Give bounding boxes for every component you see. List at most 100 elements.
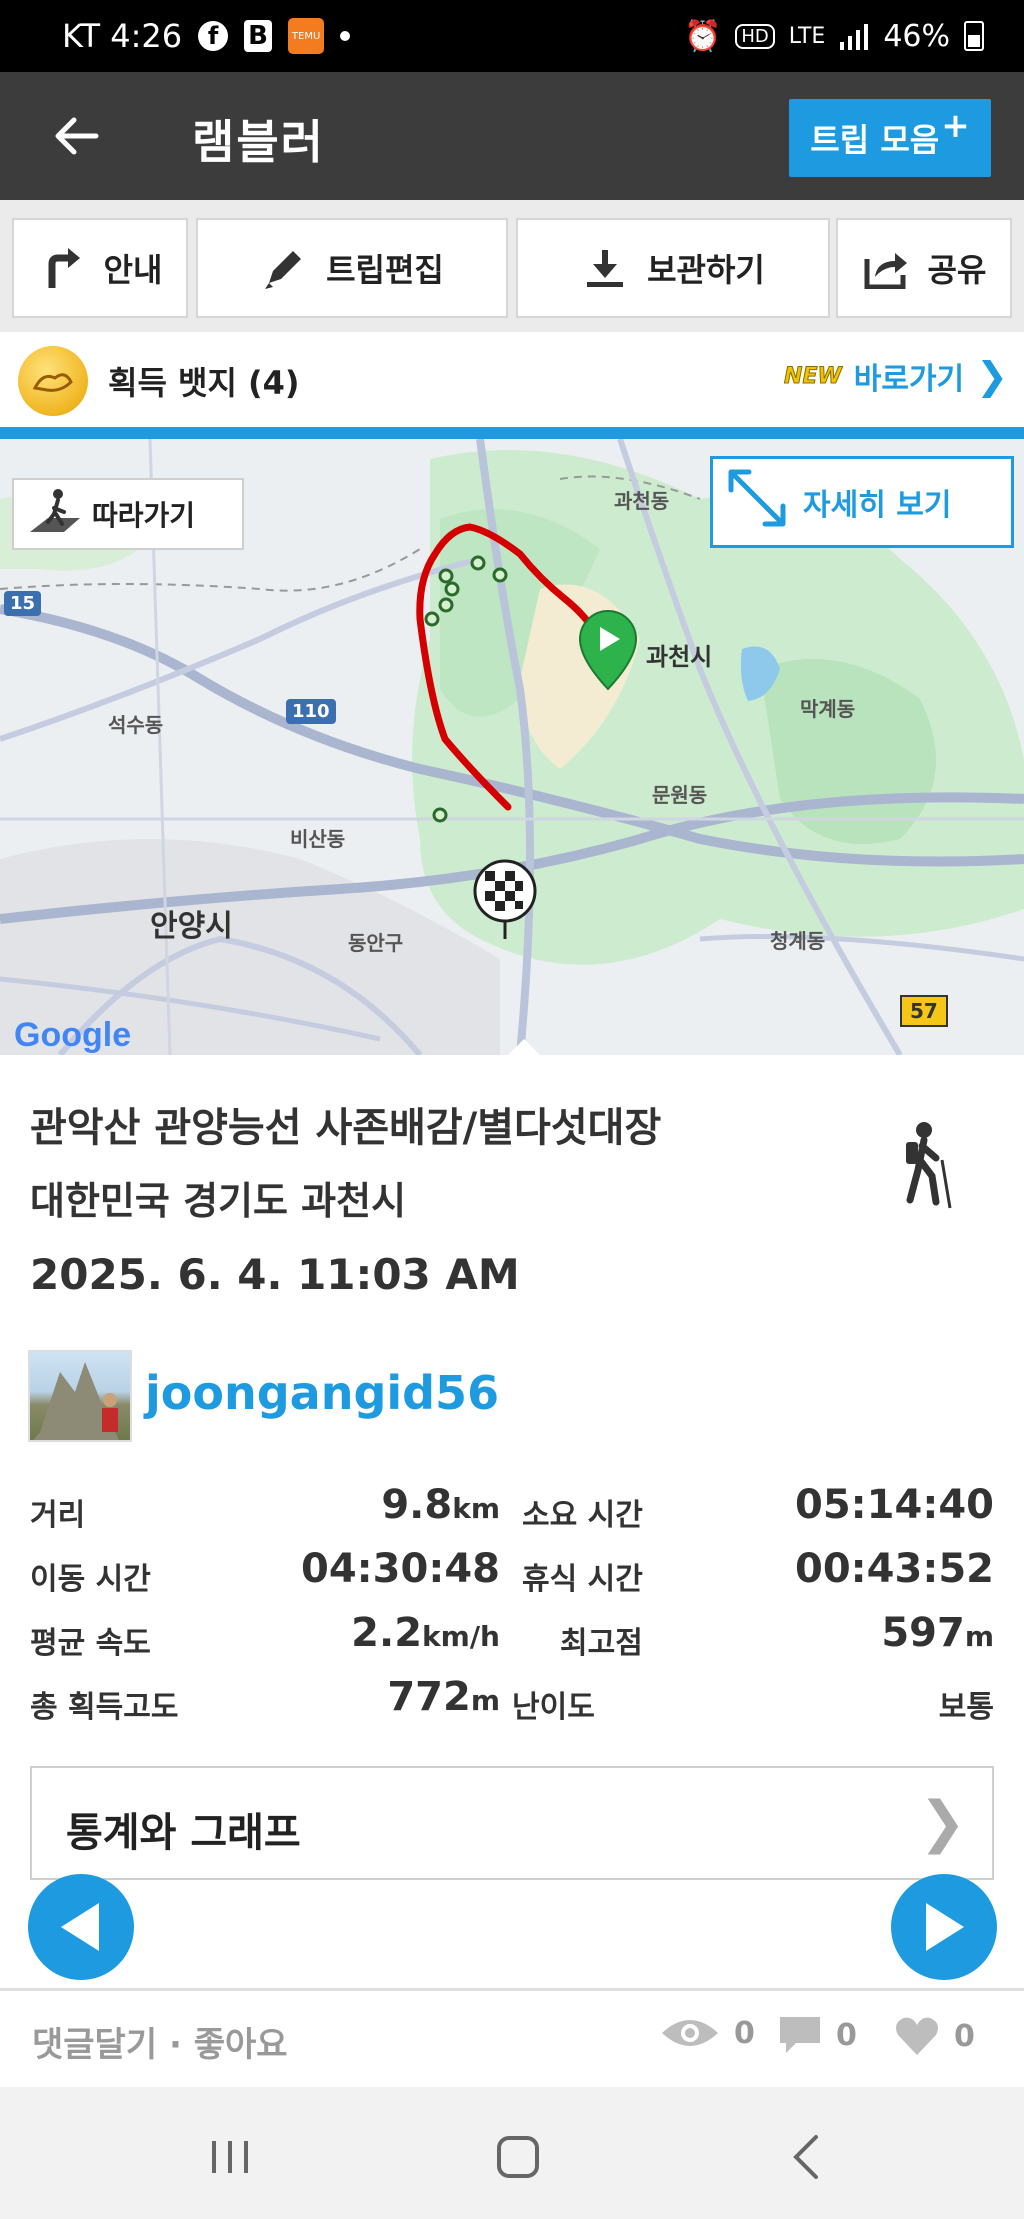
- views-count: 0: [660, 2015, 755, 2051]
- signal-icon: [839, 22, 869, 50]
- previous-trip-button[interactable]: [28, 1874, 134, 1980]
- status-carrier-time: KT 4:26: [62, 17, 183, 55]
- avatar[interactable]: [28, 1350, 132, 1442]
- badge-shortcut-link[interactable]: NEW 바로가기 ❯: [784, 354, 1008, 398]
- footer-row: 댓글달기 · 좋아요 0 0 0: [0, 1991, 1024, 2087]
- view-detail-button[interactable]: 자세히 보기: [710, 456, 1014, 548]
- username-link[interactable]: joongangid56: [145, 1366, 499, 1420]
- battery-icon: [964, 21, 984, 51]
- map-label-cheonggye-dong: 청계동: [770, 929, 826, 953]
- stat-row: 평균 속도 2.2km/h 최고점 597m: [0, 1608, 1024, 1668]
- map-label-makgye-dong: 막계동: [800, 697, 856, 721]
- total-ascent-label: 총 획득고도: [30, 1690, 179, 1725]
- map-label-dongan-gu: 동안구: [348, 931, 404, 955]
- hd-icon: HD: [735, 23, 775, 49]
- blog-b-icon: B: [244, 20, 273, 52]
- pencil-icon: [260, 244, 308, 292]
- badge-row[interactable]: 획득 뱃지 (4) NEW 바로가기 ❯: [0, 332, 1024, 427]
- action-toolbar: 안내 트립편집 보관하기 공유: [0, 200, 1024, 332]
- stat-row: 총 획득고도 772m 난이도 보통: [0, 1672, 1024, 1732]
- total-ascent-value: 772m: [387, 1674, 500, 1720]
- route-shield-110: 110: [286, 699, 336, 724]
- avg-speed-label: 평균 속도: [30, 1626, 151, 1661]
- save-trip-button[interactable]: 보관하기: [516, 218, 830, 318]
- notification-dot-icon: [340, 31, 351, 41]
- recent-apps-icon: [212, 2141, 248, 2173]
- moving-time-value: 04:30:48: [301, 1546, 500, 1592]
- system-nav-bar: [0, 2087, 1024, 2219]
- temu-icon: TEMU: [288, 18, 325, 54]
- app-bar: 램블러 트립 모음 +: [0, 72, 1024, 200]
- chevron-right-icon: ❯: [976, 354, 1008, 398]
- avg-speed-value: 2.2km/h: [351, 1610, 500, 1656]
- expand-icon: [725, 466, 789, 538]
- trip-collection-button[interactable]: 트립 모음 +: [789, 99, 991, 177]
- plus-icon: +: [941, 106, 970, 146]
- badge-medal-icon: [18, 346, 88, 416]
- comment-icon: [780, 2017, 820, 2053]
- duration-label: 소요 시간: [522, 1498, 643, 1533]
- app-title: 램블러: [192, 115, 325, 169]
- hiking-icon: [892, 1120, 962, 1210]
- facebook-icon: f: [198, 21, 229, 51]
- alarm-icon: ⏰: [683, 18, 722, 54]
- map-label-munwon-dong: 문원동: [652, 783, 708, 807]
- difficulty-value: 보통: [938, 1690, 994, 1725]
- stats-graph-label: 통계와 그래프: [66, 1810, 301, 1856]
- view-detail-label: 자세히 보기: [803, 488, 952, 523]
- chevron-right-icon: ❯: [919, 1790, 966, 1855]
- max-altitude-value: 597m: [881, 1610, 994, 1656]
- stats-graph-button[interactable]: 통계와 그래프 ❯: [30, 1766, 994, 1880]
- map-label-gwacheon-si: 과천시: [646, 643, 713, 671]
- google-logo: Google: [14, 1016, 132, 1054]
- chevron-left-icon: [793, 2135, 818, 2179]
- trip-location: 대한민국 경기도 과천시: [30, 1179, 407, 1223]
- share-icon: [862, 244, 910, 292]
- rest-time-value: 00:43:52: [795, 1546, 994, 1592]
- distance-value: 9.8km: [381, 1482, 500, 1528]
- guide-button[interactable]: 안내: [12, 218, 188, 318]
- turn-arrow-icon: [38, 244, 86, 292]
- badge-count-label: 획득 뱃지 (4): [108, 364, 300, 402]
- map-label-anyang-si: 안양시: [150, 909, 233, 944]
- trip-title: 관악산 관양능선 사존배감/별다섯대장: [30, 1105, 662, 1151]
- route-shield-57: 57: [900, 995, 948, 1027]
- comments-count: 0: [778, 2015, 857, 2055]
- new-tag: NEW: [784, 363, 843, 389]
- map-label-seoksu-dong: 석수동: [108, 713, 164, 737]
- moving-time-label: 이동 시간: [30, 1562, 151, 1597]
- likes-count: 0: [894, 2015, 975, 2057]
- stat-row: 이동 시간 04:30:48 휴식 시간 00:43:52: [0, 1544, 1024, 1604]
- edit-trip-button[interactable]: 트립편집: [196, 218, 508, 318]
- play-right-icon: [926, 1903, 964, 1951]
- trip-date: 2025. 6. 4. 11:03 AM: [30, 1250, 520, 1299]
- system-back-button[interactable]: [776, 2127, 836, 2187]
- map-label-gwacheon-dong: 과천동: [614, 489, 670, 513]
- home-button[interactable]: [488, 2127, 548, 2187]
- heart-icon: [896, 2017, 938, 2055]
- difficulty-label: 난이도: [512, 1690, 595, 1725]
- follow-button[interactable]: 따라가기: [12, 478, 244, 550]
- eye-icon: [662, 2020, 718, 2046]
- max-altitude-label: 최고점: [560, 1626, 643, 1661]
- back-arrow-icon: [55, 117, 99, 155]
- recent-apps-button[interactable]: [200, 2127, 260, 2187]
- status-bar: KT 4:26 f B TEMU ⏰ HD LTE 46%: [0, 0, 1024, 72]
- back-button[interactable]: [40, 100, 112, 172]
- trip-collection-label: 트립 모음: [810, 121, 940, 159]
- share-button[interactable]: 공유: [836, 218, 1012, 318]
- hiker-follow-icon: [28, 488, 82, 541]
- download-icon: [581, 244, 629, 292]
- network-type: LTE: [788, 23, 826, 49]
- save-trip-label: 보관하기: [647, 251, 765, 289]
- edit-trip-label: 트립편집: [326, 251, 444, 289]
- map-label-bisan-dong: 비산동: [290, 827, 346, 851]
- guide-label: 안내: [103, 251, 163, 289]
- rest-time-label: 휴식 시간: [522, 1562, 643, 1597]
- shortcut-label: 바로가기: [853, 362, 965, 397]
- next-trip-button[interactable]: [891, 1874, 997, 1980]
- follow-label: 따라가기: [92, 499, 196, 532]
- home-icon: [497, 2136, 539, 2178]
- distance-label: 거리: [30, 1498, 86, 1533]
- comment-like-link[interactable]: 댓글달기 · 좋아요: [32, 2017, 288, 2066]
